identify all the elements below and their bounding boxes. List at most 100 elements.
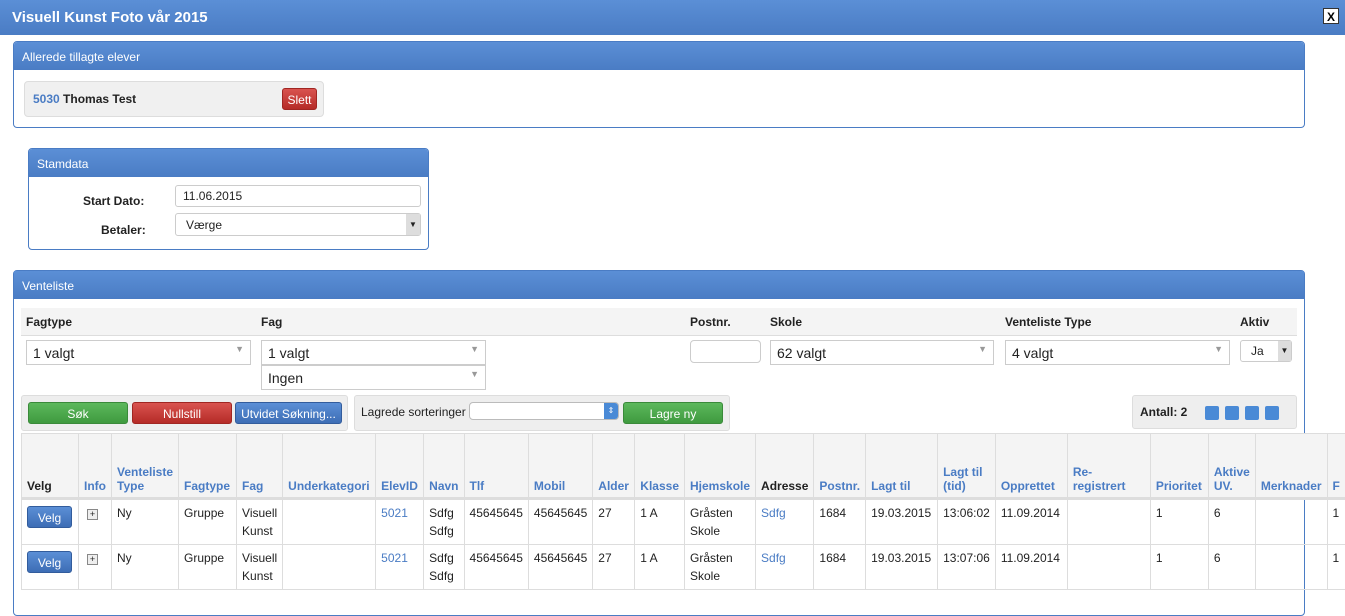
advanced-search-button[interactable]: Utvidet Søkning...	[235, 402, 342, 424]
venteliste-type-select[interactable]: 4 valgt ▼	[1005, 340, 1230, 365]
dropdown-arrow-icon: ▼	[470, 369, 479, 379]
payer-value: Værge	[186, 218, 223, 232]
fagtype-value: 1 valgt	[33, 345, 75, 361]
cell-velg: Velg	[21, 498, 79, 545]
column-header[interactable]: Hjemskole	[683, 433, 757, 500]
column-header[interactable]: Underkategori	[282, 433, 377, 500]
cell-mobil: 45645645	[527, 544, 594, 590]
email-icon[interactable]	[1244, 405, 1259, 420]
skole-select[interactable]: 62 valgt ▼	[770, 340, 994, 365]
panel-header: Venteliste	[14, 271, 1304, 299]
column-header[interactable]: Info	[78, 433, 112, 500]
count-toolbar: Antall: 2	[1132, 395, 1297, 429]
panel-header: Allerede tillagte elever	[14, 42, 1304, 70]
cell-mobil: 45645645	[527, 498, 594, 545]
cell-prioritet: 1	[1149, 498, 1209, 545]
payer-select[interactable]: Værge ▼	[175, 213, 421, 236]
fagtype-label: Fagtype	[26, 315, 73, 329]
cell-adresse[interactable]: Sdfg	[755, 544, 815, 590]
saved-sort-label: Lagrede sorteringer	[361, 405, 466, 419]
column-header[interactable]: Fagtype	[178, 433, 238, 500]
student-name: Thomas Test	[63, 92, 137, 106]
cell-hjemskole: Gråsten Skole	[683, 498, 757, 545]
column-header[interactable]: Prioritet	[1149, 433, 1209, 500]
cell-merknader	[1254, 544, 1328, 590]
start-date-label: Start Dato:	[83, 194, 145, 208]
close-button[interactable]: X	[1323, 8, 1339, 24]
cell-opprettet: 11.09.2014	[994, 544, 1068, 590]
export-icon[interactable]	[1224, 405, 1239, 420]
cell-navn: Sdfg Sdfg	[423, 544, 465, 590]
search-button[interactable]: Søk	[28, 402, 128, 424]
column-header[interactable]: Adresse	[755, 433, 815, 500]
dropdown-arrow-icon: ▼	[1214, 344, 1223, 354]
cell-info: +	[78, 498, 112, 545]
fag-value: 1 valgt	[268, 345, 310, 361]
cell-hjemskole: Gråsten Skole	[683, 544, 757, 590]
postnr-label: Postnr.	[690, 315, 731, 329]
underkategori-select[interactable]: Ingen ▼	[261, 365, 486, 390]
column-header[interactable]: Venteliste Type	[110, 433, 180, 500]
skole-value: 62 valgt	[777, 345, 827, 361]
column-header[interactable]: Lagt til (tid)	[937, 433, 996, 500]
cell-aktive: 6	[1207, 498, 1256, 545]
cell-elevid[interactable]: 5021	[375, 498, 425, 545]
column-header[interactable]: Fag	[236, 433, 284, 500]
column-header[interactable]: Mobil	[527, 433, 594, 500]
start-date-input[interactable]: 11.06.2015	[175, 185, 421, 207]
dropdown-arrow-icon: ▼	[1278, 341, 1291, 361]
column-header[interactable]: Merknader	[1254, 433, 1328, 500]
list-icon[interactable]	[1204, 405, 1219, 420]
saved-sort-select[interactable]: ⇕	[469, 402, 619, 420]
cell-lagt_tid: 13:06:02	[937, 498, 996, 545]
panel-header: Stamdata	[29, 149, 428, 177]
table-row: Velg + Ny Gruppe Visuell Kunst 5021 Sdfg Sdfg 4…	[21, 544, 1345, 590]
save-new-button[interactable]: Lagre ny	[623, 402, 723, 424]
result-count: Antall: 2	[1140, 405, 1188, 419]
cell-f: 1	[1326, 544, 1345, 590]
column-header[interactable]: Navn	[423, 433, 465, 500]
expand-plus-icon[interactable]: +	[87, 509, 98, 520]
column-header[interactable]: ElevID	[375, 433, 425, 500]
results-table: Velg Info Venteliste Type Fagtype Fag Underka…	[21, 433, 1345, 590]
delete-button[interactable]: Slett	[282, 88, 317, 110]
column-header[interactable]: Tlf	[463, 433, 529, 500]
reset-button[interactable]: Nullstill	[132, 402, 232, 424]
fag-label: Fag	[261, 315, 283, 329]
cell-underkategori	[282, 544, 377, 590]
postnr-input[interactable]	[690, 340, 761, 363]
cell-klasse: 1 A	[634, 498, 685, 545]
column-header[interactable]: Postnr.	[813, 433, 867, 500]
payer-label: Betaler:	[101, 223, 146, 237]
cell-elevid[interactable]: 5021	[375, 544, 425, 590]
dropdown-arrow-icon: ▼	[406, 214, 420, 235]
cell-fag: Visuell Kunst	[236, 498, 284, 545]
cell-lagt_til: 19.03.2015	[865, 544, 939, 590]
student-id[interactable]: 5030	[33, 92, 60, 106]
column-header[interactable]: Opprettet	[994, 433, 1068, 500]
column-header[interactable]: Aktive UV.	[1207, 433, 1256, 500]
velg-button[interactable]: Velg	[27, 551, 72, 573]
print-icon[interactable]	[1264, 405, 1279, 420]
aktiv-select[interactable]: Ja ▼	[1240, 340, 1292, 362]
expand-plus-icon[interactable]: +	[87, 554, 98, 565]
fagtype-select[interactable]: 1 valgt ▼	[26, 340, 251, 365]
cell-info: +	[78, 544, 112, 590]
skole-label: Skole	[770, 315, 803, 329]
column-header[interactable]: Re-registrert	[1066, 433, 1151, 500]
cell-postnr: 1684	[813, 498, 867, 545]
cell-adresse[interactable]: Sdfg	[755, 498, 815, 545]
cell-prioritet: 1	[1149, 544, 1209, 590]
cell-lagt_til: 19.03.2015	[865, 498, 939, 545]
student-card: 5030 Thomas Test Slett	[24, 81, 324, 117]
velg-button[interactable]: Velg	[27, 506, 72, 528]
venteliste-type-label: Venteliste Type	[1005, 315, 1092, 329]
fag-select[interactable]: 1 valgt ▼	[261, 340, 486, 365]
column-header[interactable]: Lagt til	[865, 433, 939, 500]
column-header[interactable]: Alder	[592, 433, 636, 500]
updown-arrow-icon: ⇕	[604, 403, 618, 419]
column-header: Velg	[21, 433, 79, 500]
column-header[interactable]: F	[1326, 433, 1345, 500]
column-header[interactable]: Klasse	[634, 433, 685, 500]
venteliste-type-value: 4 valgt	[1012, 345, 1054, 361]
